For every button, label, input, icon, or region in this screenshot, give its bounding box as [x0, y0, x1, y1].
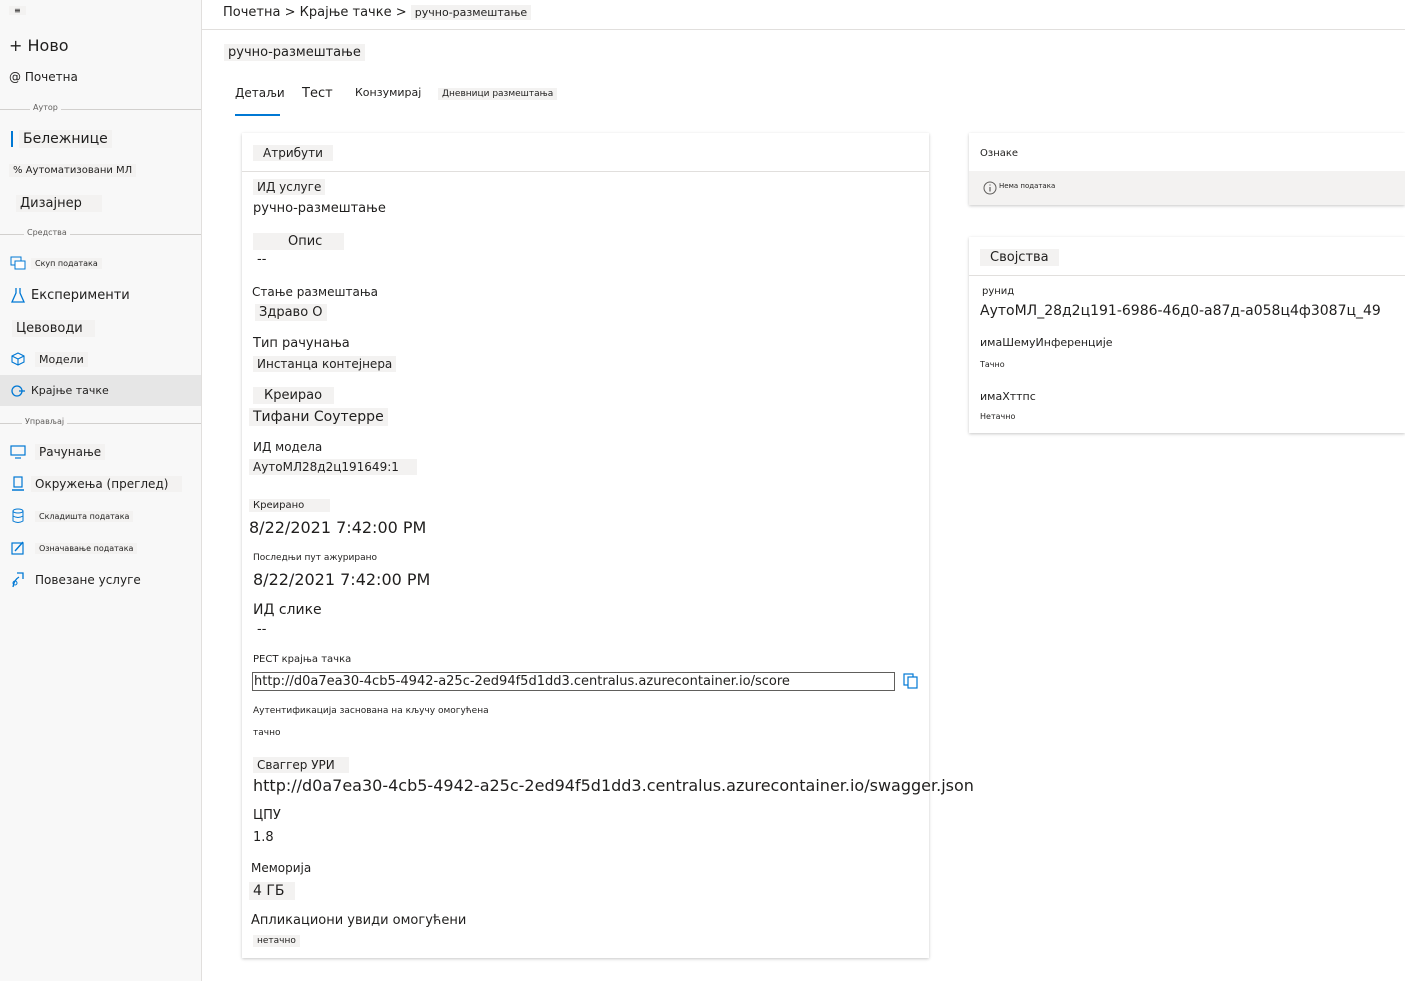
- service-id-label: ИД услуге: [253, 179, 326, 195]
- created-label: Креирано: [249, 499, 331, 512]
- description-value: --: [257, 252, 267, 267]
- sidebar-item-compute[interactable]: Рачунање: [0, 437, 201, 467]
- runid-label: рунид: [982, 286, 1015, 297]
- tab-test[interactable]: Тест: [302, 86, 333, 101]
- last-updated-value: 8/22/2021 7:42:00 PM: [253, 570, 431, 589]
- breadcrumb-endpoints[interactable]: Крајње тачке: [300, 5, 392, 20]
- model-icon: [9, 350, 27, 368]
- labeling-icon: [9, 539, 27, 557]
- environment-icon: [9, 475, 27, 493]
- breadcrumb-home[interactable]: Почетна: [223, 5, 280, 20]
- swagger-uri-label: Сваггер УРИ: [253, 757, 349, 773]
- has-inference-schema-value: Тачно: [980, 360, 1005, 369]
- rest-endpoint-value[interactable]: http://d0a7ea30-4cb5-4942-a25c-2ed94f5d1…: [254, 674, 790, 689]
- experiment-icon: [9, 286, 27, 304]
- has-inference-schema-label: имаШемуИнференције: [980, 336, 1113, 349]
- dataset-icon: [9, 254, 27, 272]
- rest-endpoint-field[interactable]: http://d0a7ea30-4cb5-4942-a25c-2ed94f5d1…: [252, 672, 895, 691]
- tab-details[interactable]: Детаљи: [235, 86, 285, 100]
- description-label: Опис: [253, 233, 345, 250]
- memory-label: Меморија: [251, 861, 312, 875]
- sidebar-item-notebooks[interactable]: Бележнице: [0, 124, 201, 154]
- app-insights-label: Апликациони увиди омогућени: [251, 913, 467, 928]
- sidebar-item-experiments[interactable]: Експерименти: [0, 280, 201, 310]
- compute-type-value: Инстанца контејнера: [253, 356, 397, 372]
- linked-service-icon: [9, 571, 27, 589]
- attributes-card: Атрибути ИД услуге ручно-размештање Опис…: [242, 133, 974, 958]
- created-by-label: Креирао: [253, 387, 335, 404]
- card-divider: [969, 275, 1405, 276]
- sidebar-item-designer[interactable]: Дизајнер: [0, 188, 201, 218]
- hamburger-icon[interactable]: ≡: [9, 6, 26, 15]
- sidebar-item-environments[interactable]: Окружења (преглед): [0, 469, 201, 499]
- header-divider: [202, 29, 1405, 30]
- service-id-value: ручно-размештање: [253, 201, 386, 216]
- sidebar-item-pipelines[interactable]: Цевоводи: [0, 313, 201, 343]
- image-id-value: --: [257, 622, 267, 637]
- app-insights-value: нетачно: [253, 935, 300, 947]
- tags-header: Ознаке: [980, 148, 1019, 159]
- runid-value: АутоМЛ_28д2ц191-6986-46д0-а87д-а058ц4ф30…: [980, 303, 1381, 319]
- deployment-state-value: Здраво О: [255, 304, 327, 321]
- rest-endpoint-label: РЕСТ крајња тачка: [253, 654, 352, 665]
- info-icon: [983, 180, 997, 199]
- key-auth-value: тачно: [253, 728, 281, 738]
- sidebar-item-datastores[interactable]: Складишта података: [0, 501, 201, 531]
- compute-icon: [9, 443, 27, 461]
- deployment-state-label: Стање размештања: [252, 285, 378, 299]
- tab-deployment-logs[interactable]: Дневници размештања: [438, 88, 558, 100]
- section-assets: Средства: [0, 228, 201, 237]
- memory-value: 4 ГБ: [249, 882, 295, 900]
- tab-consume[interactable]: Конзумирај: [355, 86, 421, 99]
- sidebar-item-automl[interactable]: % Аутоматизовани МЛ: [0, 155, 201, 185]
- breadcrumb-separator: >: [284, 5, 296, 20]
- image-id-label: ИД слике: [253, 602, 322, 618]
- created-by-value: Тифани Соутерре: [249, 408, 388, 426]
- has-https-label: имаХттпс: [980, 390, 1036, 403]
- sidebar-item-datasets[interactable]: Скуп података: [0, 248, 201, 278]
- model-id-value: АутоМЛ28д2ц191649:1: [249, 459, 417, 475]
- datastore-icon: [9, 507, 27, 525]
- tags-card: Ознаке Нема података: [969, 133, 1405, 205]
- tags-empty-text: Нема података: [999, 182, 1056, 190]
- sidebar-item-labeling[interactable]: Означавање података: [0, 533, 201, 563]
- card-divider: [242, 171, 929, 172]
- model-id-label: ИД модела: [253, 440, 323, 454]
- attributes-header: Атрибути: [253, 145, 333, 161]
- cpu-label: ЦПУ: [253, 808, 281, 823]
- sidebar-item-models[interactable]: Модели: [0, 344, 201, 374]
- endpoint-icon: [9, 382, 27, 400]
- created-value: 8/22/2021 7:42:00 PM: [249, 518, 427, 537]
- active-tab-indicator: [235, 114, 280, 116]
- has-https-value: Нетачно: [980, 412, 1016, 421]
- sidebar: ≡ + Ново @ Почетна Аутор Бележнице % Аут…: [0, 0, 202, 981]
- breadcrumb-current: ручно-размештање: [410, 5, 532, 20]
- tags-empty-bar: Нема података: [969, 171, 1405, 205]
- sidebar-item-linked-services[interactable]: Повезане услуге: [0, 565, 201, 595]
- sidebar-item-endpoints[interactable]: Крајње тачке: [0, 375, 201, 406]
- properties-card: Својства рунид АутоМЛ_28д2ц191-6986-46д0…: [969, 237, 1405, 433]
- notebook-icon: [11, 131, 13, 147]
- section-author: Аутор: [0, 103, 201, 112]
- page-title: ручно-размештање: [224, 44, 365, 61]
- cpu-value: 1.8: [253, 830, 274, 845]
- breadcrumb-separator: >: [395, 5, 407, 20]
- last-updated-label: Последњи пут ажурирано: [253, 553, 377, 563]
- compute-type-label: Тип рачунања: [253, 336, 350, 351]
- section-manage: Управљај: [0, 417, 201, 426]
- new-button[interactable]: + Ново: [9, 36, 69, 55]
- properties-header: Својства: [980, 249, 1059, 266]
- copy-icon[interactable]: [903, 673, 919, 693]
- sidebar-item-home[interactable]: @ Почетна: [9, 70, 78, 84]
- key-auth-label: Аутентификација заснована на кључу омогу…: [253, 706, 489, 716]
- swagger-uri-value[interactable]: http://d0a7ea30-4cb5-4942-a25c-2ed94f5d1…: [253, 776, 974, 795]
- breadcrumb: Почетна > Крајње тачке > ручно-размештањ…: [223, 5, 532, 20]
